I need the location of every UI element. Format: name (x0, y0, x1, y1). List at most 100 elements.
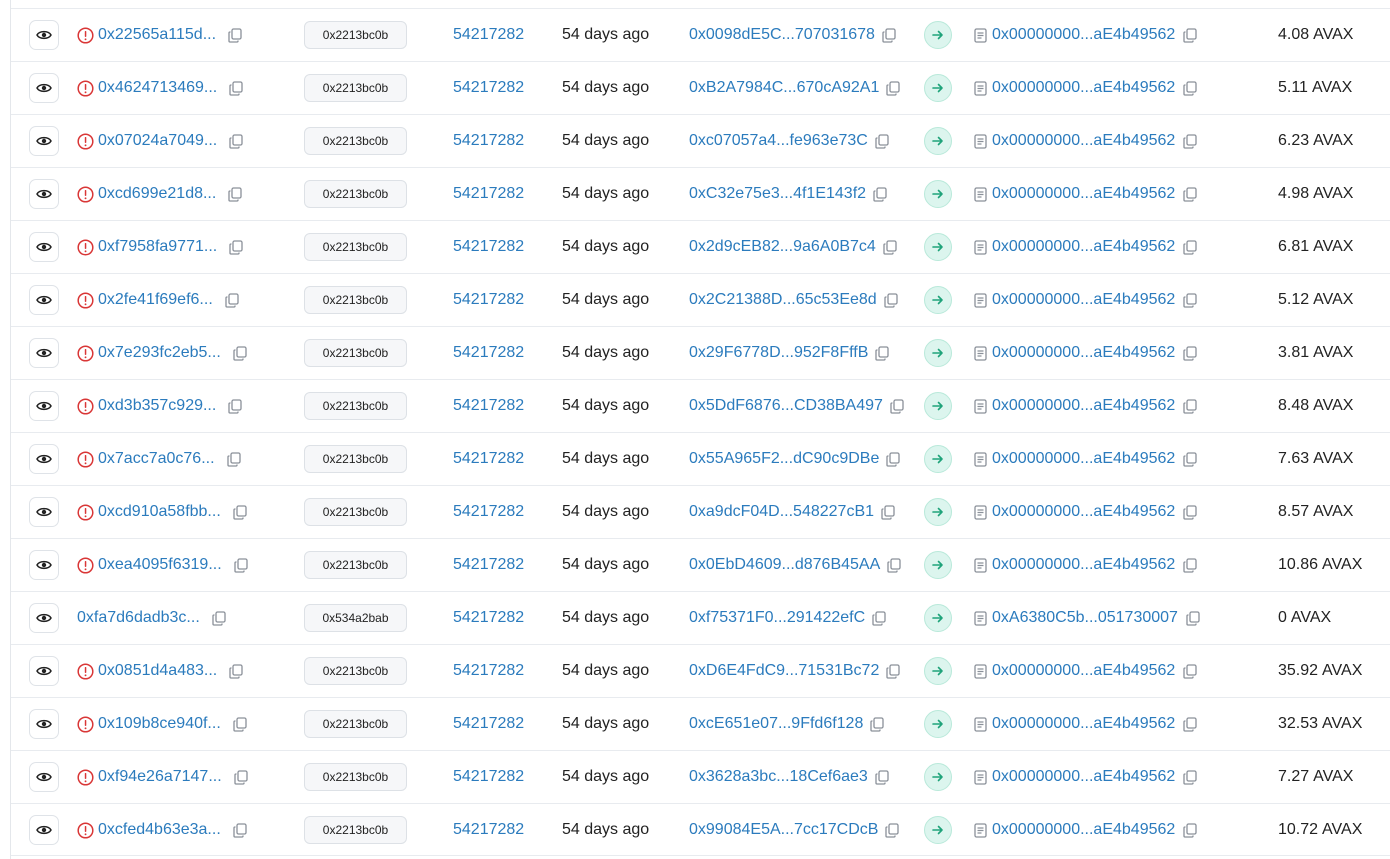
from-address-link[interactable]: 0x5DdF6876...CD38BA497 (689, 397, 883, 415)
copy-icon[interactable] (875, 769, 889, 785)
to-address-link[interactable]: 0x00000000...aE4b49562 (992, 821, 1175, 839)
block-link[interactable]: 54217282 (453, 503, 524, 521)
tx-hash-link[interactable]: 0xf7958fa9771... (98, 238, 217, 256)
copy-icon[interactable] (233, 345, 247, 361)
copy-icon[interactable] (883, 239, 897, 255)
copy-icon[interactable] (886, 451, 900, 467)
copy-icon[interactable] (1183, 80, 1197, 96)
block-link[interactable]: 54217282 (453, 291, 524, 309)
copy-icon[interactable] (234, 769, 248, 785)
copy-icon[interactable] (884, 292, 898, 308)
from-address-link[interactable]: 0x0098dE5C...707031678 (689, 26, 875, 44)
copy-icon[interactable] (212, 610, 226, 626)
copy-icon[interactable] (875, 345, 890, 361)
copy-icon[interactable] (1186, 610, 1200, 626)
tx-hash-link[interactable]: 0x4624713469... (98, 79, 217, 97)
copy-icon[interactable] (885, 822, 900, 838)
view-details-button[interactable] (29, 20, 59, 50)
tx-hash-link[interactable]: 0xf94e26a7147... (98, 768, 222, 786)
from-address-link[interactable]: 0x3628a3bc...18Cef6ae3 (689, 768, 868, 786)
from-address-link[interactable]: 0xC32e75e3...4f1E143f2 (689, 185, 866, 203)
copy-icon[interactable] (1183, 398, 1197, 414)
tx-hash-link[interactable]: 0x2fe41f69ef6... (98, 291, 213, 309)
block-link[interactable]: 54217282 (453, 768, 524, 786)
tx-hash-link[interactable]: 0x7acc7a0c76... (98, 450, 215, 468)
from-address-link[interactable]: 0x0EbD4609...d876B45AA (689, 556, 880, 574)
copy-icon[interactable] (228, 186, 242, 202)
to-address-link[interactable]: 0x00000000...aE4b49562 (992, 715, 1175, 733)
from-address-link[interactable]: 0xD6E4FdC9...71531Bc72 (689, 662, 879, 680)
from-address-link[interactable]: 0xB2A7984C...670cA92A1 (689, 79, 879, 97)
copy-icon[interactable] (1183, 186, 1197, 202)
to-address-link[interactable]: 0x00000000...aE4b49562 (992, 238, 1175, 256)
tx-hash-link[interactable]: 0xd3b357c929... (98, 397, 216, 415)
to-address-link[interactable]: 0x00000000...aE4b49562 (992, 132, 1175, 150)
copy-icon[interactable] (1183, 557, 1197, 573)
copy-icon[interactable] (886, 663, 900, 679)
copy-icon[interactable] (225, 292, 239, 308)
tx-hash-link[interactable]: 0x109b8ce940f... (98, 715, 221, 733)
copy-icon[interactable] (1183, 239, 1197, 255)
tx-hash-link[interactable]: 0xcd910a58fbb... (98, 503, 221, 521)
copy-icon[interactable] (1183, 27, 1197, 43)
tx-hash-link[interactable]: 0x7e293fc2eb5... (98, 344, 221, 362)
copy-icon[interactable] (890, 398, 904, 414)
copy-icon[interactable] (881, 504, 895, 520)
copy-icon[interactable] (229, 663, 243, 679)
copy-icon[interactable] (229, 133, 243, 149)
copy-icon[interactable] (228, 27, 242, 43)
block-link[interactable]: 54217282 (453, 344, 524, 362)
block-link[interactable]: 54217282 (453, 450, 524, 468)
view-details-button[interactable] (29, 709, 59, 739)
copy-icon[interactable] (1183, 451, 1197, 467)
copy-icon[interactable] (229, 80, 243, 96)
copy-icon[interactable] (234, 557, 248, 573)
to-address-link[interactable]: 0xA6380C5b...051730007 (992, 609, 1178, 627)
copy-icon[interactable] (1183, 345, 1197, 361)
copy-icon[interactable] (1183, 292, 1197, 308)
view-details-button[interactable] (29, 126, 59, 156)
copy-icon[interactable] (233, 716, 247, 732)
view-details-button[interactable] (29, 232, 59, 262)
view-details-button[interactable] (29, 285, 59, 315)
block-link[interactable]: 54217282 (453, 662, 524, 680)
to-address-link[interactable]: 0x00000000...aE4b49562 (992, 662, 1175, 680)
copy-icon[interactable] (886, 80, 901, 96)
copy-icon[interactable] (1183, 822, 1197, 838)
to-address-link[interactable]: 0x00000000...aE4b49562 (992, 185, 1175, 203)
block-link[interactable]: 54217282 (453, 185, 524, 203)
copy-icon[interactable] (1183, 716, 1197, 732)
tx-hash-link[interactable]: 0xcd699e21d8... (98, 185, 216, 203)
copy-icon[interactable] (875, 133, 889, 149)
copy-icon[interactable] (1183, 133, 1197, 149)
from-address-link[interactable]: 0xcE651e07...9Ffd6f128 (689, 715, 863, 733)
to-address-link[interactable]: 0x00000000...aE4b49562 (992, 768, 1175, 786)
view-details-button[interactable] (29, 391, 59, 421)
view-details-button[interactable] (29, 656, 59, 686)
view-details-button[interactable] (29, 338, 59, 368)
view-details-button[interactable] (29, 762, 59, 792)
to-address-link[interactable]: 0x00000000...aE4b49562 (992, 26, 1175, 44)
copy-icon[interactable] (1183, 769, 1197, 785)
to-address-link[interactable]: 0x00000000...aE4b49562 (992, 344, 1175, 362)
to-address-link[interactable]: 0x00000000...aE4b49562 (992, 79, 1175, 97)
from-address-link[interactable]: 0x99084E5A...7cc17CDcB (689, 821, 878, 839)
from-address-link[interactable]: 0xc07057a4...fe963e73C (689, 132, 868, 150)
from-address-link[interactable]: 0xa9dcF04D...548227cB1 (689, 503, 874, 521)
block-link[interactable]: 54217282 (453, 132, 524, 150)
tx-hash-link[interactable]: 0x22565a115d... (98, 26, 216, 44)
tx-hash-link[interactable]: 0xfa7d6dadb3c... (77, 609, 200, 627)
copy-icon[interactable] (1183, 663, 1197, 679)
copy-icon[interactable] (872, 610, 886, 626)
view-details-button[interactable] (29, 179, 59, 209)
view-details-button[interactable] (29, 73, 59, 103)
copy-icon[interactable] (887, 557, 901, 573)
copy-icon[interactable] (870, 716, 885, 732)
copy-icon[interactable] (228, 398, 242, 414)
tx-hash-link[interactable]: 0xea4095f6319... (98, 556, 222, 574)
block-link[interactable]: 54217282 (453, 821, 524, 839)
to-address-link[interactable]: 0x00000000...aE4b49562 (992, 397, 1175, 415)
copy-icon[interactable] (1183, 504, 1197, 520)
block-link[interactable]: 54217282 (453, 715, 524, 733)
view-details-button[interactable] (29, 444, 59, 474)
